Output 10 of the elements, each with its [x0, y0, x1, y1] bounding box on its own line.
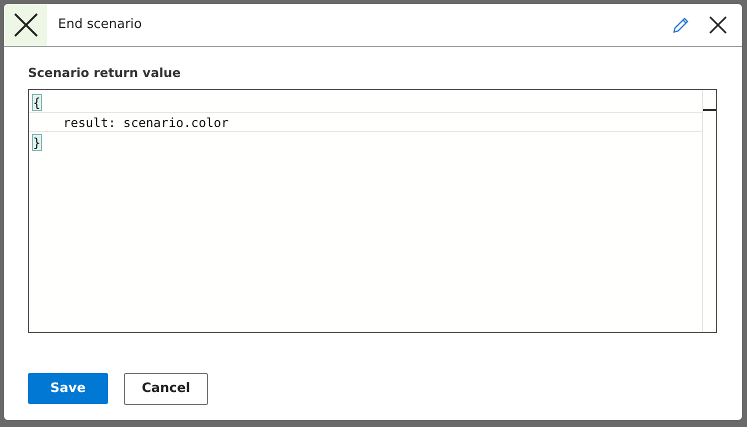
code-editor[interactable]: { result: scenario.color }	[28, 88, 717, 333]
save-button[interactable]: Save	[28, 372, 108, 404]
pencil-icon	[672, 16, 690, 34]
field-label: Scenario return value	[28, 64, 182, 82]
scrollbar-marker	[703, 108, 716, 111]
dialog-title: End scenario	[58, 16, 143, 34]
close-icon	[4, 4, 47, 46]
cancel-button[interactable]: Cancel	[124, 372, 208, 405]
close-icon	[709, 16, 727, 34]
code-line: result: scenario.color	[62, 114, 229, 130]
